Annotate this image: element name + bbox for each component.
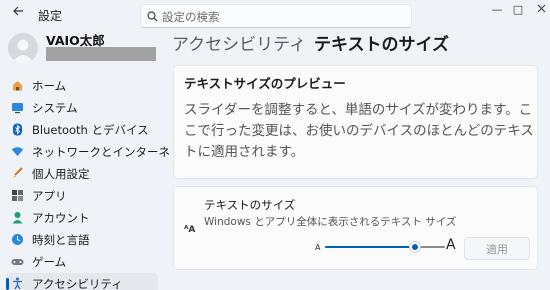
sidebar-item-home[interactable]: ホーム (6, 75, 158, 97)
bluetooth-icon (13, 123, 22, 136)
sidebar-item-label: アクセシビリティ (32, 277, 123, 290)
time-language-icon (12, 234, 23, 245)
sidebar-nav: ホーム システム Bluetooth とデバイス ネットワークとインターネ 個人… (6, 75, 170, 290)
system-icon (12, 103, 23, 114)
sidebar-item-personalization[interactable]: 個人用設定 (6, 163, 158, 185)
accessibility-icon (13, 277, 22, 290)
sidebar-item-system[interactable]: システム (6, 97, 158, 119)
avatar[interactable] (8, 33, 38, 63)
accounts-icon (12, 212, 23, 224)
sidebar-item-label: システム (32, 101, 78, 115)
preview-body: スライダーを調整すると、単語のサイズが変わります。ここで行った変更は、お使いのデ… (184, 102, 534, 160)
search-box[interactable] (140, 4, 412, 28)
sidebar-item-label: 個人用設定 (32, 167, 90, 181)
text-size-slider[interactable] (325, 241, 445, 253)
sidebar-item-label: ゲーム (32, 255, 67, 269)
close-icon (537, 4, 545, 13)
personalization-icon (13, 167, 23, 178)
sidebar-item-label: ホーム (32, 79, 67, 93)
apply-button[interactable]: 適用 (464, 237, 530, 260)
sidebar-item-label: アカウント (32, 211, 90, 225)
apps-icon (12, 190, 23, 201)
sidebar-item-gaming[interactable]: ゲーム (6, 251, 158, 273)
close-button[interactable] (526, 0, 550, 22)
text-size-icon: ᴬA (184, 225, 196, 235)
text-size-description: Windows とアプリ全体に表示されるテキスト サイズ (204, 216, 457, 228)
sidebar-item-accounts[interactable]: アカウント (6, 207, 158, 229)
page-title: テキストのサイズ (314, 35, 449, 55)
breadcrumb-separator: › (297, 33, 303, 48)
sidebar-item-label: ネットワークとインターネ (32, 145, 170, 159)
sidebar-item-label: Bluetooth とデバイス (32, 123, 149, 137)
sidebar-item-label: アプリ (32, 189, 67, 203)
breadcrumb-parent[interactable]: アクセシビリティ (172, 30, 306, 55)
text-size-preview-card: テキストサイズのプレビュー スライダーを調整すると、単語のサイズが変わります。こ… (173, 65, 538, 179)
sidebar-item-label: 時刻と言語 (32, 233, 90, 247)
large-text-label: A (446, 237, 456, 253)
preview-title: テキストサイズのプレビュー (184, 76, 346, 91)
sidebar-item-apps[interactable]: アプリ (6, 185, 158, 207)
sidebar-item-bluetooth[interactable]: Bluetooth とデバイス (6, 119, 158, 141)
small-text-label: A (315, 243, 321, 252)
sidebar-item-accessibility[interactable]: アクセシビリティ (6, 273, 158, 290)
home-icon (13, 81, 22, 91)
user-email-redacted (46, 47, 156, 61)
gaming-icon (11, 259, 24, 265)
text-size-title: テキストのサイズ (204, 198, 296, 212)
active-indicator (6, 278, 9, 290)
sidebar-item-network[interactable]: ネットワークとインターネ (6, 141, 170, 163)
network-icon (11, 147, 24, 156)
back-arrow-icon[interactable] (8, 4, 28, 24)
search-icon (147, 11, 158, 22)
app-title: 設定 (38, 9, 63, 23)
text-size-setting-card: ᴬA テキストのサイズ Windows とアプリ全体に表示されるテキスト サイズ… (173, 186, 538, 270)
slider-fill (325, 246, 415, 248)
title-bar: 設定 — □ (0, 0, 550, 30)
slider-thumb[interactable] (409, 241, 421, 253)
sidebar-item-time-language[interactable]: 時刻と言語 (6, 229, 158, 251)
search-input[interactable] (162, 8, 402, 25)
